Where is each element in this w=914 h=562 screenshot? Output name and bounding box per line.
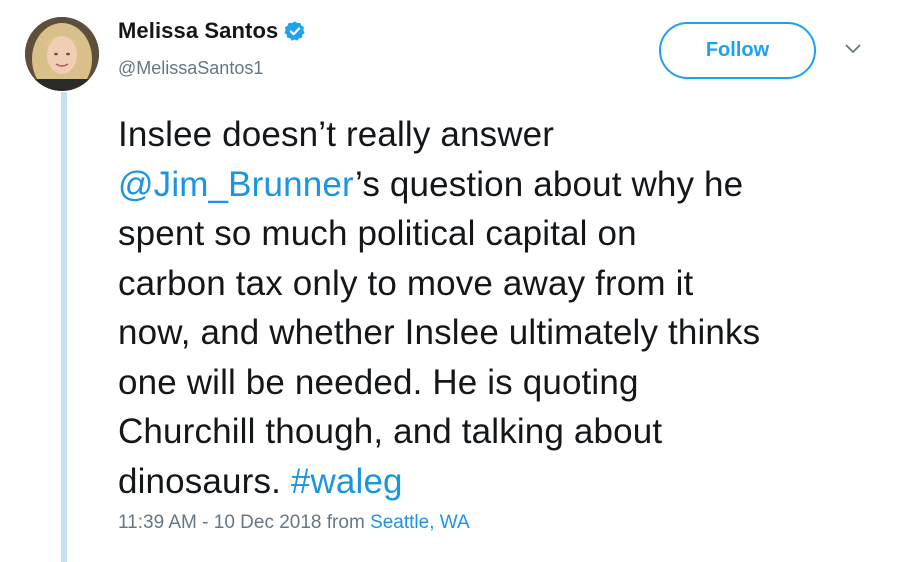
thread-connector-line (61, 92, 67, 562)
tweet-text-line: Churchill though, and talking about (118, 407, 888, 457)
tweet-text-segment: spent so much political capital on (118, 214, 637, 253)
mention-link[interactable]: @Jim_Brunner (118, 165, 355, 204)
hashtag-link[interactable]: #waleg (291, 462, 403, 501)
tweet-text-line: Inslee doesn’t really answer (118, 110, 888, 160)
tweet-text-line: now, and whether Inslee ultimately think… (118, 308, 888, 358)
chevron-down-icon (845, 44, 861, 53)
tweet-text-line: carbon tax only to move away from it (118, 259, 888, 309)
avatar-photo (25, 17, 99, 91)
follow-button[interactable]: Follow (659, 22, 816, 79)
tweet-text-line: @Jim_Brunner’s question about why he (118, 160, 888, 210)
author-display-name[interactable]: Melissa Santos (118, 18, 278, 44)
more-options-button[interactable] (842, 40, 864, 58)
tweet-text-line: one will be needed. He is quoting (118, 358, 888, 408)
tweet-text-segment: ’s question about why he (355, 164, 744, 204)
from-label: from (326, 512, 365, 533)
author-name-row[interactable]: Melissa Santos (118, 18, 306, 44)
tweet-metadata: 11:39 AM - 10 Dec 2018 from Seattle, WA (118, 512, 470, 534)
tweet-text-segment: Inslee doesn’t really answer (118, 115, 555, 154)
tweet-text-segment: dinosaurs. (118, 461, 291, 501)
tweet-text-line: dinosaurs. #waleg (118, 457, 888, 507)
tweet-text-segment: carbon tax only to move away from it (118, 263, 694, 303)
tweet-timestamp[interactable]: 11:39 AM - 10 Dec 2018 (118, 512, 322, 533)
tweet-text-segment: Churchill though, and talking about (118, 412, 663, 451)
tweet-text-segment: one will be needed. He is quoting (118, 362, 639, 402)
tweet-location-link[interactable]: Seattle, WA (370, 512, 470, 533)
avatar[interactable] (25, 17, 99, 91)
tweet-text-segment: now, and whether Inslee ultimately think… (118, 313, 761, 352)
verified-badge-icon (284, 20, 306, 42)
author-handle[interactable]: @MelissaSantos1 (118, 58, 263, 79)
tweet-text-line: spent so much political capital on (118, 209, 888, 259)
tweet-text: Inslee doesn’t really answer @Jim_Brunner… (118, 110, 888, 506)
